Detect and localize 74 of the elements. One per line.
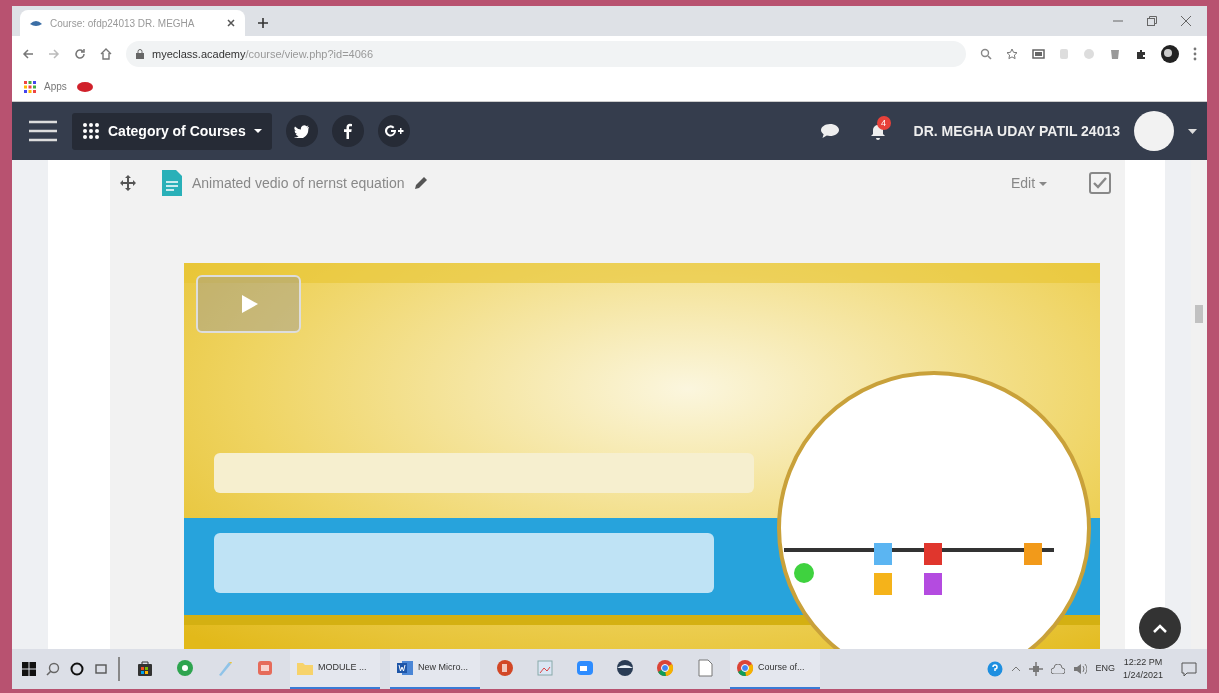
notification-icon[interactable] xyxy=(1181,662,1197,676)
chat-icon[interactable] xyxy=(819,123,840,139)
clock[interactable]: 12:22 PM 1/24/2021 xyxy=(1122,656,1163,682)
user-avatar[interactable] xyxy=(1134,111,1174,151)
language-indicator[interactable]: ENG xyxy=(1095,662,1115,676)
completion-checkbox[interactable] xyxy=(1089,172,1111,194)
facebook-button[interactable] xyxy=(331,115,364,147)
pencil-icon[interactable] xyxy=(414,176,429,190)
bird-icon xyxy=(293,124,310,138)
address-bar[interactable]: myeclass.academy/course/view.php?id=4066 xyxy=(126,41,966,67)
chevron-up-icon xyxy=(1152,623,1168,633)
search-icon[interactable] xyxy=(46,662,60,676)
file-icon xyxy=(696,659,714,677)
notification-count: 4 xyxy=(876,116,891,130)
new-tab-icon[interactable] xyxy=(257,17,269,29)
browser-icon xyxy=(656,659,674,677)
restore-icon[interactable] xyxy=(1147,16,1157,26)
tab-title: Course: ofdp24013 DR. MEGHA xyxy=(50,16,195,31)
bookmark-link[interactable]: Apps xyxy=(24,79,67,94)
zoom-icon[interactable] xyxy=(980,48,992,60)
extension-icon[interactable] xyxy=(1109,48,1121,60)
caret-icon xyxy=(1039,181,1047,186)
reload-icon[interactable] xyxy=(74,48,86,60)
star-icon[interactable] xyxy=(1006,48,1018,60)
category-dropdown[interactable]: Category of Courses xyxy=(72,112,272,150)
video-icon xyxy=(576,659,594,677)
puzzle-icon[interactable] xyxy=(1135,48,1147,60)
image-icon xyxy=(536,659,554,677)
pdf-icon xyxy=(256,659,274,677)
play-icon xyxy=(242,295,258,313)
grid-icon xyxy=(82,122,100,140)
chevron-up-icon[interactable] xyxy=(1011,666,1022,672)
g-plus-icon xyxy=(383,124,404,138)
time-text: 12:22 PM xyxy=(1122,656,1163,669)
menu-icon[interactable] xyxy=(28,120,58,142)
windows-start-icon[interactable] xyxy=(22,662,36,676)
caret-icon[interactable] xyxy=(1188,128,1197,134)
caret-icon xyxy=(253,129,262,133)
cloud-icon[interactable] xyxy=(1051,664,1066,674)
speaker-icon[interactable] xyxy=(1073,663,1088,675)
cast-icon[interactable] xyxy=(1032,48,1045,60)
home-icon[interactable] xyxy=(100,48,112,60)
close-icon[interactable] xyxy=(1181,16,1191,26)
pen-icon xyxy=(216,659,234,677)
powerpoint-icon xyxy=(496,659,514,677)
help-icon[interactable] xyxy=(987,661,1004,677)
profile-avatar[interactable] xyxy=(1161,45,1179,63)
cortana-icon[interactable] xyxy=(70,662,84,676)
store-icon xyxy=(136,659,154,677)
back-icon[interactable] xyxy=(22,48,34,60)
scrollbar-thumb[interactable] xyxy=(1195,305,1203,323)
file-icon xyxy=(162,170,182,196)
taskbar-app[interactable]: Course of... xyxy=(730,649,820,689)
back-to-top-button[interactable] xyxy=(1139,607,1181,649)
menu-icon[interactable] xyxy=(1193,47,1197,61)
word-icon xyxy=(396,659,414,677)
move-icon[interactable] xyxy=(120,175,136,191)
close-icon[interactable] xyxy=(227,19,235,27)
url-text: myeclass.academy/course/view.php?id=4066 xyxy=(152,46,374,62)
apps-grid-icon xyxy=(24,80,36,93)
taskbar-app[interactable]: MODULE ... xyxy=(290,649,380,689)
google-plus-button[interactable] xyxy=(377,115,410,147)
user-name[interactable]: DR. MEGHA UDAY PATIL 24013 xyxy=(913,120,1120,142)
f-icon xyxy=(343,123,352,139)
task-view-icon[interactable] xyxy=(94,662,108,676)
date-text: 1/24/2021 xyxy=(1122,669,1163,682)
taskbar-app[interactable]: New Micro... xyxy=(390,649,480,689)
network-icon[interactable] xyxy=(1029,662,1044,676)
site-icon xyxy=(30,19,42,27)
lock-icon xyxy=(136,49,144,59)
twitter-button[interactable] xyxy=(285,115,318,147)
disc-icon xyxy=(176,659,194,677)
browser-icon xyxy=(736,659,754,677)
check-icon xyxy=(1093,177,1107,189)
